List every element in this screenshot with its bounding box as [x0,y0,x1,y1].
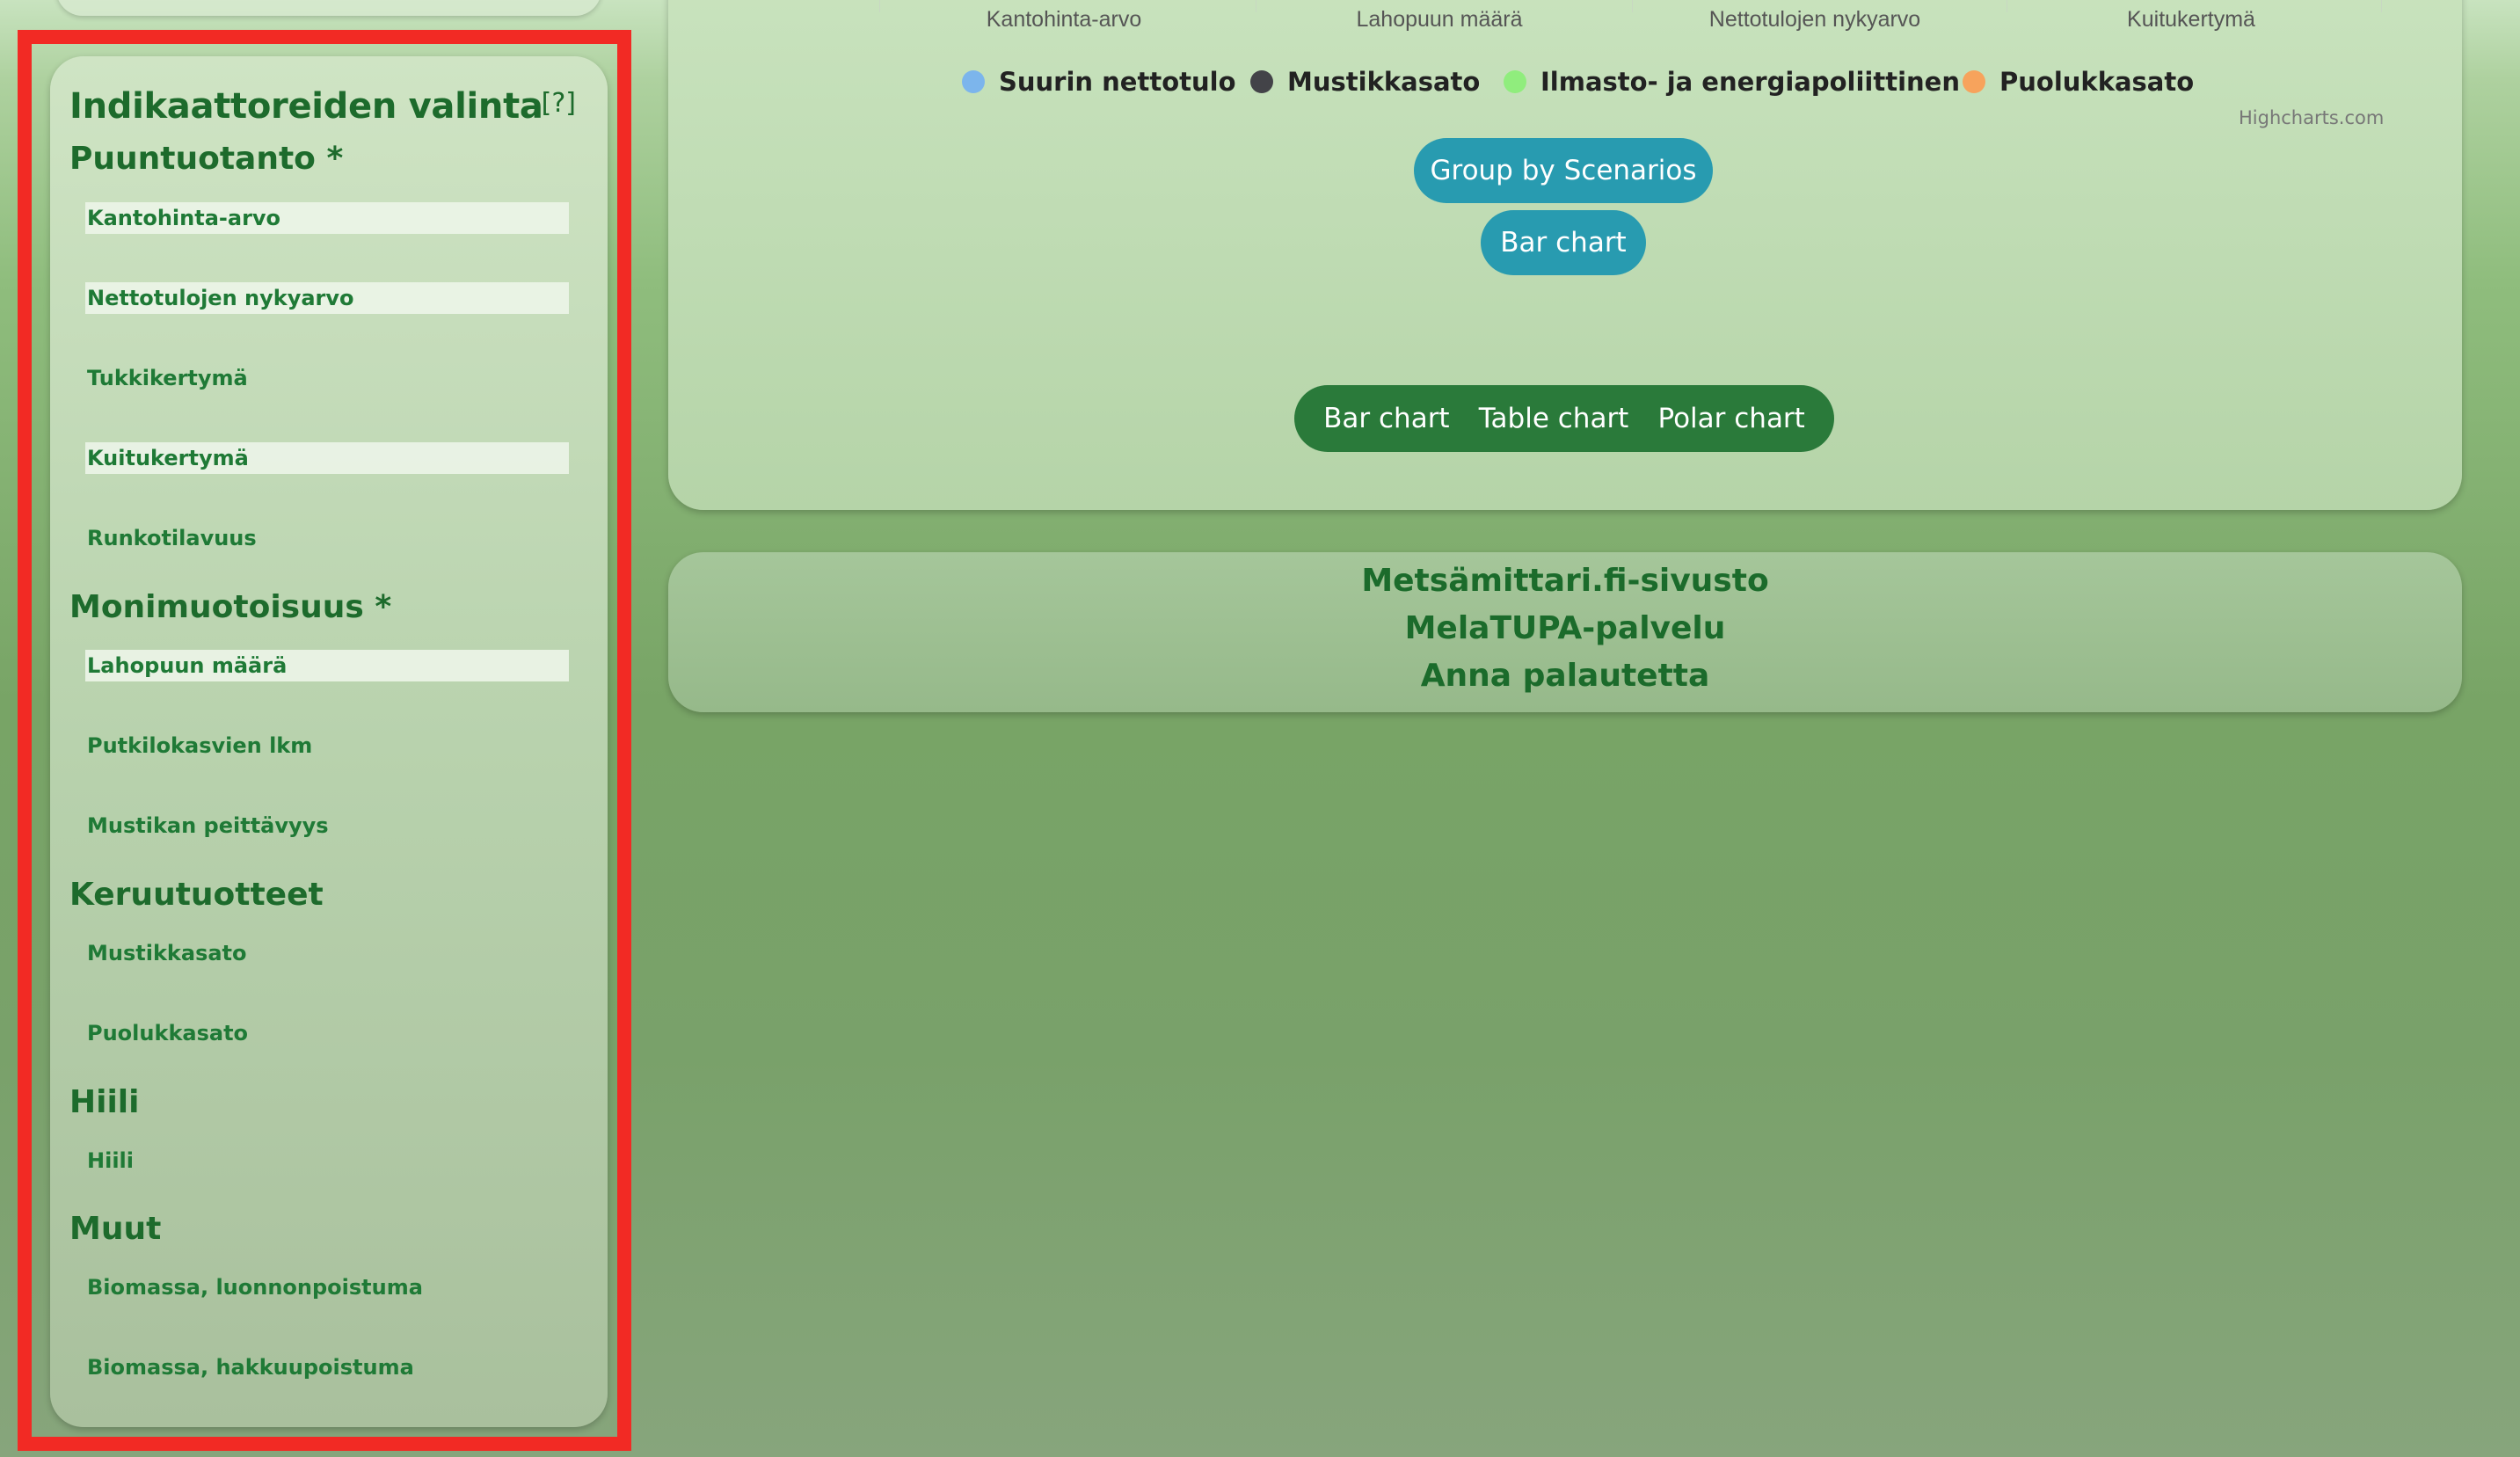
indicator-kantohinta-arvo[interactable]: Kantohinta-arvo [85,202,569,234]
bar-chart-toggle-button[interactable]: Bar chart [1481,210,1646,275]
chart-type-switcher: Bar chart Table chart Polar chart [1294,385,1834,452]
indicator-mustikkasato[interactable]: Mustikkasato [85,937,569,969]
indicator-tukkikertyma[interactable]: Tukkikertymä [85,362,569,394]
legend-marker [962,70,985,93]
legend-label: Ilmasto- ja energiapoliittinen [1540,67,1960,97]
indicator-biomassa-luonnonpoistuma[interactable]: Biomassa, luonnonpoistuma [85,1271,569,1303]
axis-tick [1632,0,1633,12]
legend-marker [1250,70,1273,93]
legend-label: Suurin nettotulo [999,67,1236,97]
axis-tick [879,0,880,12]
indicator-lahopuun-maara[interactable]: Lahopuun määrä [85,650,569,681]
legend-item-puolukkasato[interactable]: Puolukkasato [1963,67,2194,97]
sidebar-title: Indikaattoreiden valinta [69,86,543,127]
link-melatupa[interactable]: MelaTUPA-palvelu [668,610,2462,646]
section-title-keruutuotteet: Keruutuotteet [69,877,324,913]
legend-item-ilmasto-ja-energiapoliittinen[interactable]: Ilmasto- ja energiapoliittinen [1504,67,1960,97]
indicator-nettotulojen-nykyarvo[interactable]: Nettotulojen nykyarvo [85,282,569,314]
x-axis-label: Nettotulojen nykyarvo [1708,7,1921,32]
bar-chart-tab[interactable]: Bar chart [1323,403,1449,434]
legend-item-mustikkasato[interactable]: Mustikkasato [1250,67,1480,97]
help-link[interactable]: [?] [542,88,576,119]
x-axis-label: Kuitukertymä [2127,7,2255,32]
indicator-mustikan-peittavyys[interactable]: Mustikan peittävyys [85,810,569,841]
footer-links-panel: Metsämittari.fi-sivusto MelaTUPA-palvelu… [668,552,2462,712]
section-title-muut: Muut [69,1211,162,1247]
group-by-scenarios-button[interactable]: Group by Scenarios [1414,138,1713,203]
x-axis-label: Lahopuun määrä [1356,7,1523,32]
x-axis-label: Kantohinta-arvo [986,7,1142,32]
indicator-hiili[interactable]: Hiili [85,1145,569,1177]
legend-label: Mustikkasato [1287,67,1481,97]
polar-chart-tab[interactable]: Polar chart [1657,403,1804,434]
legend-marker [1504,70,1526,93]
table-chart-tab[interactable]: Table chart [1479,403,1629,434]
section-title-puuntuotanto: Puuntuotanto * [69,141,344,177]
link-metsamittari[interactable]: Metsämittari.fi-sivusto [668,563,2462,599]
indicator-runkotilavuus[interactable]: Runkotilavuus [85,522,569,554]
chart-panel: Kantohinta-arvo Lahopuun määrä Nettotulo… [668,0,2462,510]
axis-tick [2381,0,2382,12]
section-title-monimuotoisuus: Monimuotoisuus * [69,589,392,625]
highcharts-credit[interactable]: Highcharts.com [2239,107,2384,128]
indicator-sidebar: Indikaattoreiden valinta [?] Puuntuotant… [50,56,608,1427]
indicator-biomassa-hakkuupoistuma[interactable]: Biomassa, hakkuupoistuma [85,1351,569,1383]
indicator-putkilokasvien-lkm[interactable]: Putkilokasvien lkm [85,730,569,761]
legend-item-suurin-nettotulo[interactable]: Suurin nettotulo [962,67,1236,97]
collapsed-panel-top [56,0,601,16]
indicator-kuitukertyma[interactable]: Kuitukertymä [85,442,569,474]
legend-label: Puolukkasato [1999,67,2195,97]
legend-marker [1963,70,1985,93]
indicator-puolukkasato[interactable]: Puolukkasato [85,1017,569,1049]
section-title-hiili: Hiili [69,1084,140,1120]
link-anna-palautetta[interactable]: Anna palautetta [668,658,2462,694]
